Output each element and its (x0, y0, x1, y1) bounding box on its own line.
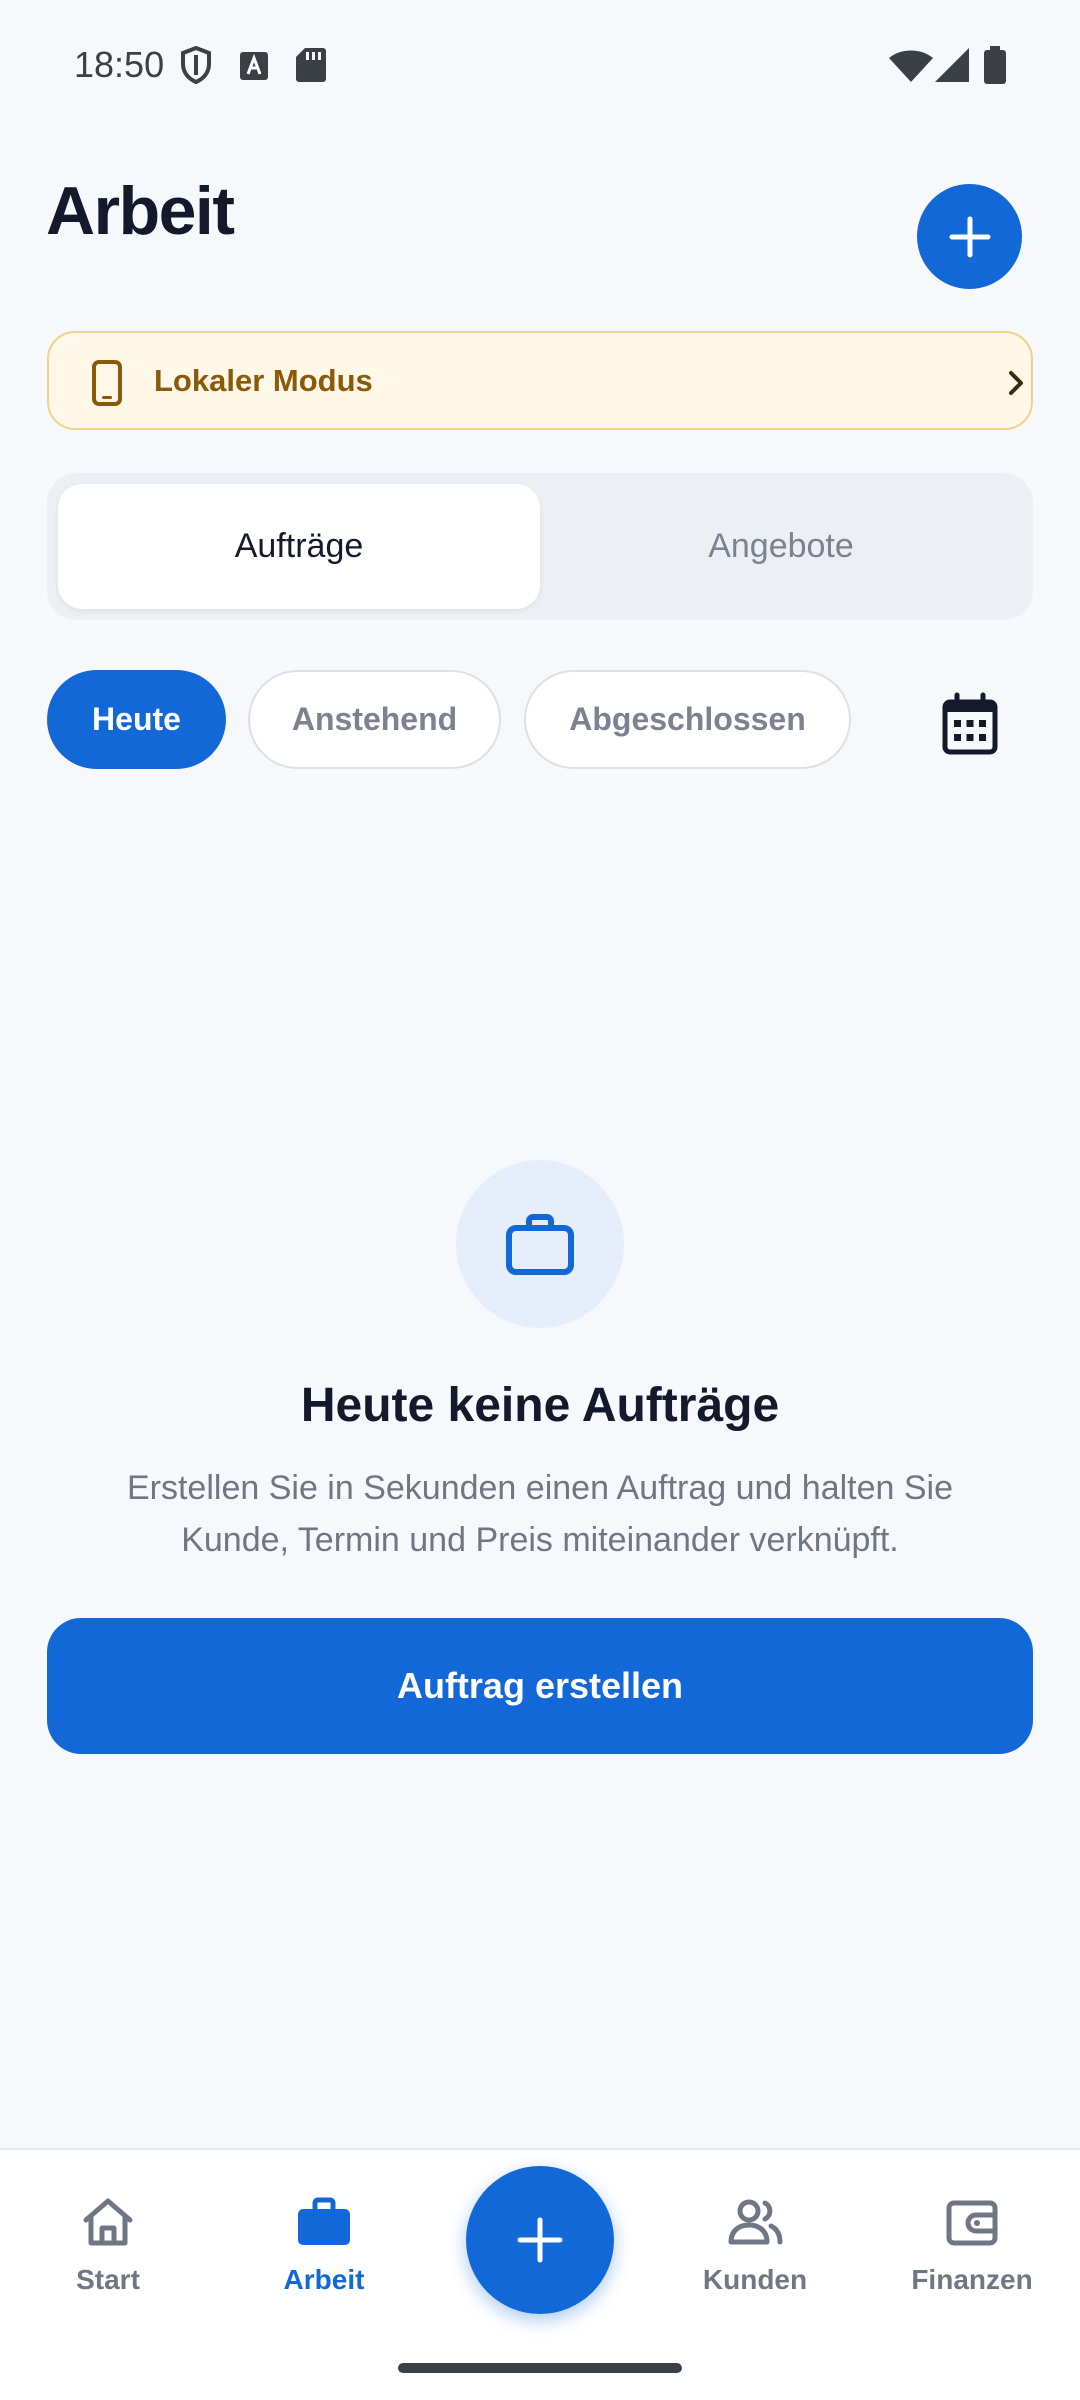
home-icon (83, 2198, 133, 2246)
empty-state-icon-circle (456, 1160, 624, 1328)
plus-icon (517, 2217, 563, 2263)
plus-icon (949, 216, 990, 257)
calendar-button[interactable] (935, 690, 1005, 765)
shield-icon (180, 45, 212, 89)
nav-kunden-label: Kunden (702, 2264, 808, 2295)
empty-state-description: Erstellen Sie in Sekunden einen Auftrag … (126, 1469, 954, 1559)
segmented-control: Aufträge Angebote (47, 473, 1033, 620)
status-bar: 18:50 (0, 0, 1080, 130)
status-time: 18:50 (74, 44, 165, 85)
sd-card-icon (296, 48, 326, 87)
signal-icon (935, 48, 969, 87)
people-icon (728, 2199, 783, 2245)
create-order-button[interactable]: Auftrag erstellen (47, 1618, 1033, 1754)
phone-icon (92, 360, 122, 411)
empty-state-title: Heute keine Aufträge (300, 1379, 780, 1432)
tab-auftraege[interactable]: Aufträge (58, 484, 540, 609)
font-a-icon (240, 52, 268, 85)
wallet-icon (946, 2200, 998, 2246)
briefcase-icon (506, 1214, 574, 1275)
filter-pending[interactable]: Anstehend (248, 670, 501, 769)
calendar-icon (942, 692, 998, 755)
nav-finanzen-label: Finanzen (911, 2264, 1033, 2295)
fab-add-button[interactable] (466, 2166, 614, 2314)
local-mode-banner[interactable]: Lokaler Modus (47, 331, 1033, 430)
nav-finanzen[interactable]: Finanzen (872, 2190, 1072, 2296)
filter-today[interactable]: Heute (47, 670, 226, 769)
tab-angebote[interactable]: Angebote (540, 484, 1022, 609)
nav-arbeit[interactable]: Arbeit (224, 2190, 424, 2296)
briefcase-icon (298, 2197, 350, 2245)
chevron-right-icon (1007, 370, 1025, 401)
battery-icon (984, 46, 1006, 89)
page-title: Arbeit (46, 173, 235, 249)
nav-start-label: Start (76, 2264, 140, 2295)
nav-kunden[interactable]: Kunden (655, 2190, 855, 2296)
local-mode-label: Lokaler Modus (154, 363, 373, 398)
wifi-icon (889, 50, 933, 87)
nav-arbeit-label: Arbeit (283, 2264, 365, 2295)
add-button[interactable] (917, 184, 1022, 289)
home-indicator[interactable] (398, 2363, 682, 2373)
filter-completed[interactable]: Abgeschlossen (524, 670, 851, 769)
nav-start[interactable]: Start (8, 2190, 208, 2296)
